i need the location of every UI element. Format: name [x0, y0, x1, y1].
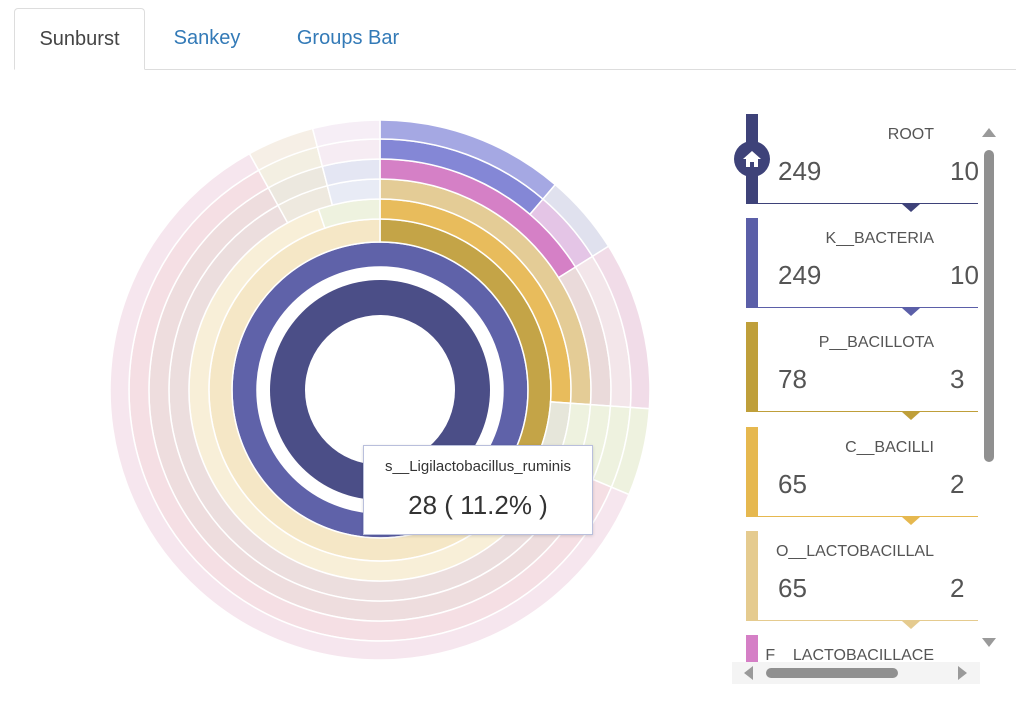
scroll-thumb[interactable]	[984, 150, 994, 462]
scroll-left-icon[interactable]	[744, 666, 753, 680]
card-percent: 2	[950, 469, 965, 499]
card-percent: 2	[950, 573, 965, 603]
card-count: 78	[778, 364, 807, 394]
home-icon[interactable]	[734, 141, 770, 177]
sunburst-tooltip: s__Ligilactobacillus_ruminis 28 ( 11.2% …	[363, 445, 593, 535]
tab-sunburst[interactable]: Sunburst	[14, 8, 145, 70]
card-count: 65	[778, 573, 807, 603]
card-count: 249	[778, 260, 822, 290]
card-percent: 10	[950, 156, 978, 186]
scroll-down-icon[interactable]	[982, 638, 996, 647]
legend-card-kingdom[interactable]: K__BACTERIA 249 10	[746, 218, 978, 316]
card-color-bar	[746, 322, 758, 412]
card-divider	[758, 516, 978, 517]
card-arrow-icon	[902, 204, 920, 212]
card-name: O__LACTOBACILLAL	[775, 543, 934, 560]
card-divider	[758, 411, 978, 412]
legend-list: ROOT 249 10 K__BACTERIA 249 10 P__BACILL…	[732, 114, 978, 662]
scroll-right-icon[interactable]	[958, 666, 967, 680]
card-color-bar	[746, 427, 758, 517]
legend-horizontal-scrollbar[interactable]	[732, 662, 980, 684]
tab-bar: Sunburst Sankey Groups Bar	[14, 8, 1016, 70]
card-name: C__BACILLI	[845, 439, 934, 456]
sunburst-chart[interactable]	[0, 72, 720, 708]
card-arrow-icon	[902, 621, 920, 629]
card-arrow-icon	[902, 517, 920, 525]
card-divider	[758, 203, 978, 204]
legend-card-order[interactable]: O__LACTOBACILLAL 65 2	[746, 531, 978, 629]
card-count: 249	[778, 156, 822, 186]
card-color-bar	[746, 531, 758, 621]
scroll-up-icon[interactable]	[982, 128, 996, 137]
tooltip-name: s__Ligilactobacillus_ruminis	[385, 458, 571, 475]
legend-card-family[interactable]: F__LACTOBACILLACE	[746, 635, 978, 662]
legend-card-class[interactable]: C__BACILLI 65 2	[746, 427, 978, 525]
legend-card-phylum[interactable]: P__BACILLOTA 78 3	[746, 322, 978, 420]
card-color-bar	[746, 635, 758, 662]
card-name: F__LACTOBACILLACE	[765, 647, 934, 662]
tooltip-value: 28 ( 11.2% )	[408, 490, 548, 520]
card-percent: 3	[950, 364, 965, 394]
tab-sankey[interactable]: Sankey	[160, 8, 254, 70]
card-arrow-icon	[902, 412, 920, 420]
legend-vertical-scrollbar[interactable]	[980, 114, 998, 662]
tab-groups-bar[interactable]: Groups Bar	[278, 8, 418, 70]
legend-card-root[interactable]: ROOT 249 10	[734, 114, 978, 212]
legend-panel: ROOT 249 10 K__BACTERIA 249 10 P__BACILL…	[732, 114, 1000, 684]
card-percent: 10	[950, 260, 978, 290]
card-divider	[758, 620, 978, 621]
card-color-bar	[746, 218, 758, 308]
scroll-thumb-horizontal[interactable]	[766, 668, 898, 678]
card-count: 65	[778, 469, 807, 499]
card-divider	[758, 307, 978, 308]
card-arrow-icon	[902, 308, 920, 316]
card-name: ROOT	[887, 126, 934, 143]
card-name: K__BACTERIA	[825, 230, 934, 247]
sunburst-center[interactable]	[305, 315, 455, 465]
card-name: P__BACILLOTA	[818, 334, 934, 351]
